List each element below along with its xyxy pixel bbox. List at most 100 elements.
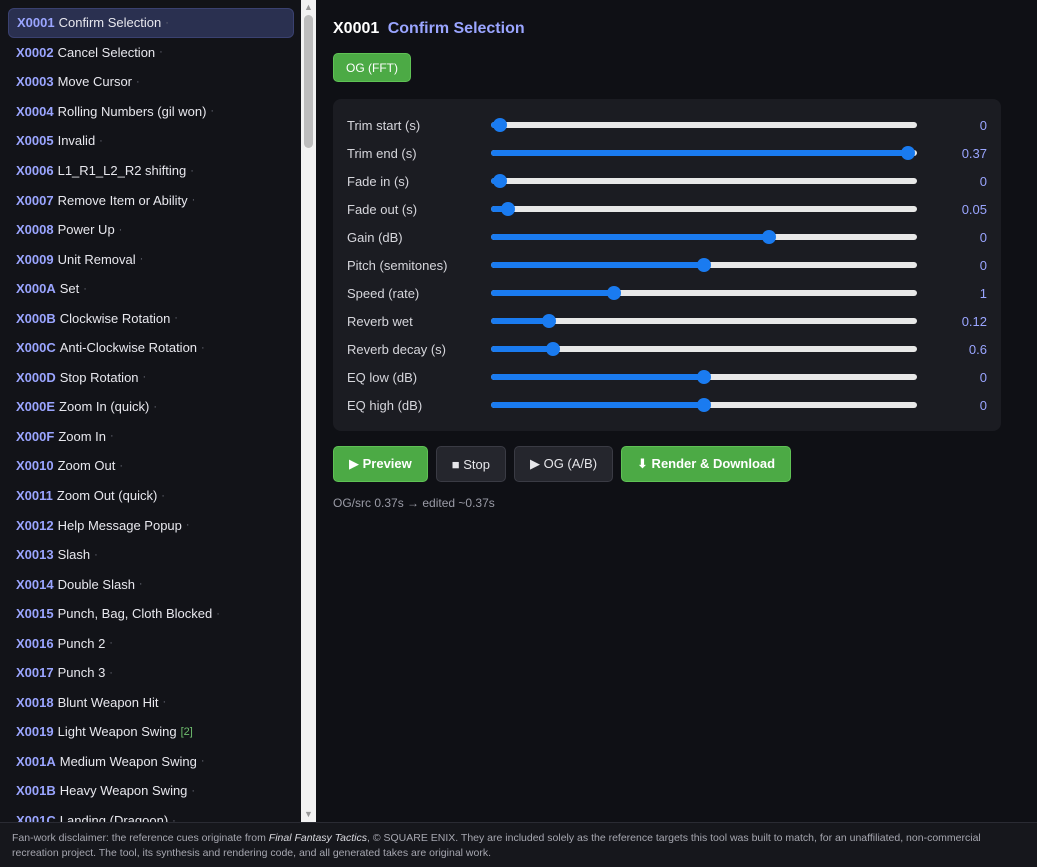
take-dot-badge: · <box>109 666 113 679</box>
slider-fill <box>491 402 704 408</box>
control-value: 0 <box>979 229 987 245</box>
control-row: Pitch (semitones) 0 <box>347 251 987 279</box>
scroll-thumb[interactable] <box>304 15 313 148</box>
sfx-list-item[interactable]: X0004 Rolling Numbers (gil won) · <box>8 97 294 127</box>
render-download-button[interactable]: ⬇ Render & Download <box>621 446 792 482</box>
take-dot-badge: · <box>190 164 194 177</box>
app-window: X0001 Confirm Selection · X0002 Cancel Selec… <box>0 0 1037 867</box>
sfx-list-item[interactable]: X0001 Confirm Selection · <box>8 8 294 38</box>
control-slider[interactable] <box>491 230 917 244</box>
sfx-name: Punch 3 <box>57 665 106 681</box>
control-slider[interactable] <box>491 398 917 412</box>
sfx-list-item[interactable]: X0008 Power Up · <box>8 215 294 245</box>
sfx-list-item[interactable]: X000B Clockwise Rotation · <box>8 303 294 333</box>
preview-button[interactable]: ▶ Preview <box>333 446 428 482</box>
control-label: Trim start (s) <box>347 117 421 133</box>
control-slider[interactable] <box>491 202 917 216</box>
slider-fill <box>491 318 549 324</box>
sidebar-scrollbar[interactable]: ▲ ▼ <box>301 0 316 822</box>
slider-thumb[interactable] <box>607 286 622 300</box>
sfx-name: Zoom In (quick) <box>59 399 150 415</box>
control-value: 0.37 <box>961 145 987 161</box>
control-slider[interactable] <box>491 370 917 384</box>
sfx-code: X000E <box>16 399 56 415</box>
sfx-name: Move Cursor <box>57 74 133 90</box>
sfx-list-item[interactable]: X0005 Invalid · <box>8 126 294 156</box>
slider-track <box>491 178 917 184</box>
control-value: 0 <box>979 257 987 273</box>
take-dot-badge: · <box>136 75 140 88</box>
sfx-list-item[interactable]: X0019 Light Weapon Swing [2] <box>8 717 294 747</box>
control-slider[interactable] <box>491 174 917 188</box>
sfx-list-item[interactable]: X0009 Unit Removal · <box>8 244 294 274</box>
sfx-list-item[interactable]: X0018 Blunt Weapon Hit · <box>8 688 294 718</box>
control-row: Reverb wet 0.12 <box>347 307 987 335</box>
sfx-list-item[interactable]: X0002 Cancel Selection · <box>8 38 294 68</box>
controls-panel: Trim start (s) 0 Trim end (s) 0.37 Fade in (… <box>333 99 1001 431</box>
slider-thumb[interactable] <box>697 258 711 272</box>
control-slider[interactable] <box>491 146 917 160</box>
sfx-list-item[interactable]: X001A Medium Weapon Swing · <box>8 747 294 777</box>
control-slider[interactable] <box>491 286 917 300</box>
take-dot-badge: · <box>139 253 144 266</box>
sfx-code: X001C <box>16 813 56 822</box>
take-dot-badge: · <box>191 784 196 797</box>
slider-thumb[interactable] <box>697 398 711 412</box>
sfx-code: X0011 <box>16 488 53 504</box>
stop-button[interactable]: ■ Stop <box>435 446 506 482</box>
sfx-list-item[interactable]: X0006 L1_R1_L2_R2 shifting · <box>8 156 294 186</box>
slider-thumb[interactable] <box>493 118 507 132</box>
slider-thumb[interactable] <box>546 342 561 356</box>
sfx-name: Confirm Selection <box>58 15 162 31</box>
take-dot-badge: · <box>172 814 176 822</box>
sfx-list-item[interactable]: X0007 Remove Item or Ability · <box>8 185 294 215</box>
sfx-list-item[interactable]: X0015 Punch, Bag, Cloth Blocked · <box>8 599 294 629</box>
control-value: 0.12 <box>961 313 987 329</box>
sfx-code: X0007 <box>16 192 54 208</box>
slider-thumb[interactable] <box>762 230 777 244</box>
control-row: Trim start (s) 0 <box>347 111 987 139</box>
sfx-code: X0008 <box>16 222 54 238</box>
take-dot-badge: · <box>185 519 190 532</box>
take-dot-badge: · <box>161 489 165 502</box>
sfx-list-item[interactable]: X0013 Slash · <box>8 540 294 570</box>
control-row: Fade in (s) 0 <box>347 167 987 195</box>
sfx-list-item[interactable]: X0017 Punch 3 · <box>8 658 294 688</box>
sfx-name: Punch, Bag, Cloth Blocked <box>57 606 213 622</box>
sfx-list-item[interactable]: X000C Anti-Clockwise Rotation · <box>8 333 294 363</box>
scroll-up-arrow-icon[interactable]: ▲ <box>301 0 316 15</box>
slider-thumb[interactable] <box>541 314 556 328</box>
sfx-list-item[interactable]: X001C Landing (Dragoon) · <box>8 806 294 822</box>
take-dot-badge: · <box>153 400 158 413</box>
slider-thumb[interactable] <box>697 370 711 384</box>
sfx-list-item[interactable]: X0003 Move Cursor · <box>8 67 294 97</box>
take-dot-badge: · <box>83 282 87 295</box>
sfx-code: X000F <box>16 428 55 444</box>
control-slider[interactable] <box>491 258 917 272</box>
take-dot-badge: · <box>138 578 143 591</box>
slider-thumb[interactable] <box>493 174 507 188</box>
sfx-list-item[interactable]: X000D Stop Rotation · <box>8 363 294 393</box>
control-slider[interactable] <box>491 314 917 328</box>
sfx-code: X000C <box>16 340 56 356</box>
slider-thumb[interactable] <box>501 202 516 216</box>
sfx-list-item[interactable]: X0010 Zoom Out · <box>8 451 294 481</box>
take-dot-badge: · <box>159 46 163 59</box>
sfx-list-item[interactable]: X0016 Punch 2 · <box>8 628 294 658</box>
scroll-down-arrow-icon[interactable]: ▼ <box>301 807 316 822</box>
slider-thumb[interactable] <box>901 146 915 160</box>
control-value: 0 <box>979 173 987 189</box>
control-slider[interactable] <box>491 342 917 356</box>
og-ab-button[interactable]: ▶ OG (A/B) <box>513 446 614 482</box>
sfx-code: X001A <box>16 753 56 769</box>
sfx-list-item[interactable]: X0011 Zoom Out (quick) · <box>8 481 294 511</box>
og-fft-button[interactable]: OG (FFT) <box>333 53 411 82</box>
control-slider[interactable] <box>491 118 917 132</box>
sfx-name: Blunt Weapon Hit <box>57 694 159 710</box>
sfx-list-item[interactable]: X0014 Double Slash · <box>8 569 294 599</box>
sfx-list-item[interactable]: X000E Zoom In (quick) · <box>8 392 294 422</box>
sfx-list-item[interactable]: X000F Zoom In · <box>8 422 294 452</box>
sfx-list-item[interactable]: X000A Set · <box>8 274 294 304</box>
sfx-list-item[interactable]: X0012 Help Message Popup · <box>8 510 294 540</box>
sfx-list-item[interactable]: X001B Heavy Weapon Swing · <box>8 776 294 806</box>
